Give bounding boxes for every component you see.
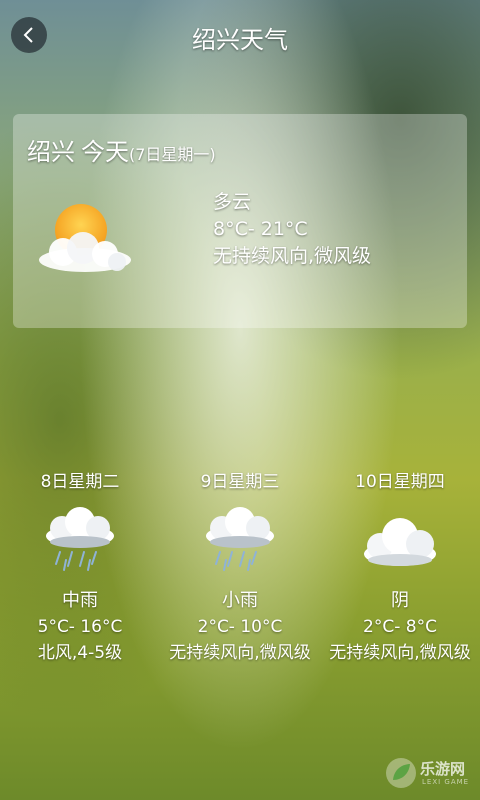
watermark-sub-text: LEXI GAME: [422, 778, 470, 786]
forecast-condition: 阴: [391, 590, 409, 611]
forecast-temperature: 2°C- 8°C: [363, 617, 437, 637]
forecast-temperature: 2°C- 10°C: [197, 617, 283, 637]
today-label: 今天: [81, 138, 129, 166]
page-title: 绍兴天气: [192, 26, 288, 54]
forecast-condition: 小雨: [222, 590, 258, 611]
today-condition: 多云: [213, 191, 252, 213]
forecast-date: 8日星期二: [40, 472, 120, 492]
today-city: 绍兴: [27, 138, 75, 166]
watermark: 乐游网 LEXI GAME: [384, 754, 474, 794]
watermark-logo-text: 乐游网: [420, 760, 466, 778]
leaf-logo-icon: [386, 758, 416, 788]
forecast-row: 8日星期二 中雨 5°C- 16°C 北风,4-5级 9日星期三 小雨 2°C-…: [0, 470, 480, 670]
forecast-day: 9日星期三 小雨 2°C- 10°C 无持续风向,微风级: [160, 470, 320, 666]
today-info: 多云 8°C- 21°C 无持续风向,微风级: [213, 189, 371, 270]
rain-cloud-icon: [46, 507, 114, 571]
today-date: (7日星期一): [129, 145, 216, 164]
forecast-date: 10日星期四: [355, 472, 445, 492]
forecast-date: 9日星期三: [200, 472, 280, 492]
today-header: 绍兴 今天(7日星期一): [27, 132, 216, 167]
forecast-wind: 北风,4-5级: [37, 643, 123, 663]
forecast-day: 8日星期二 中雨 5°C- 16°C 北风,4-5级: [0, 470, 160, 666]
today-temperature: 8°C- 21°C: [213, 218, 308, 240]
forecast-wind: 无持续风向,微风级: [169, 643, 311, 663]
overcast-cloud-icon: [364, 518, 436, 566]
top-bar: 绍兴天气: [0, 0, 480, 72]
partly-cloudy-sun-icon: [35, 202, 135, 284]
rain-cloud-icon: [206, 507, 274, 571]
forecast-day: 10日星期四 阴 2°C- 8°C 无持续风向,微风级: [320, 470, 480, 666]
forecast-wind: 无持续风向,微风级: [329, 643, 471, 663]
forecast-condition: 中雨: [62, 590, 98, 611]
forecast-temperature: 5°C- 16°C: [37, 617, 123, 637]
today-wind: 无持续风向,微风级: [213, 245, 372, 267]
today-card: 绍兴 今天(7日星期一) 多云 8°C- 21°C 无持续风向,微风级: [13, 114, 467, 328]
